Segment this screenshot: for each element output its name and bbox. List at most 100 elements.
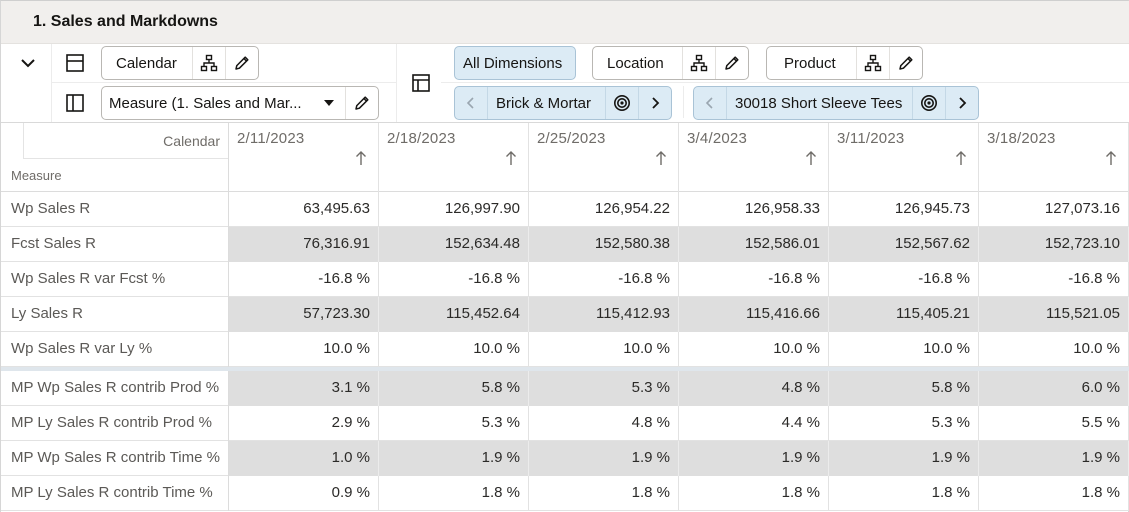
product-next-button[interactable] (945, 87, 978, 119)
table-cell[interactable]: 1.8 % (529, 476, 679, 511)
row-label[interactable]: MP Wp Sales R contrib Prod % (1, 371, 229, 406)
table-cell[interactable]: 4.8 % (679, 371, 829, 406)
table-cell[interactable]: 152,567.62 (829, 227, 979, 262)
row-label[interactable]: Wp Sales R var Ly % (1, 332, 229, 367)
sort-ascending-icon[interactable] (804, 150, 818, 166)
row-label[interactable]: Fcst Sales R (1, 227, 229, 262)
location-hierarchy-button[interactable] (682, 47, 715, 79)
row-label[interactable]: MP Wp Sales R contrib Time % (1, 441, 229, 476)
table-cell[interactable]: 1.9 % (829, 441, 979, 476)
table-cell[interactable]: -16.8 % (229, 262, 379, 297)
table-cell[interactable]: 1.8 % (979, 476, 1129, 511)
calendar-edit-button[interactable] (225, 47, 258, 79)
table-cell[interactable]: 126,954.22 (529, 192, 679, 227)
row-label[interactable]: MP Ly Sales R contrib Time % (1, 476, 229, 511)
table-cell[interactable]: 115,412.93 (529, 297, 679, 332)
collapse-toggle[interactable] (15, 52, 41, 74)
table-cell[interactable]: 152,634.48 (379, 227, 529, 262)
pivot-button[interactable] (410, 72, 432, 94)
table-cell[interactable]: 5.3 % (529, 371, 679, 406)
location-prev-button[interactable] (455, 87, 488, 119)
column-header[interactable]: 2/18/2023 (379, 123, 529, 193)
table-cell[interactable]: 10.0 % (829, 332, 979, 367)
table-cell[interactable]: 115,416.66 (679, 297, 829, 332)
table-cell[interactable]: 5.3 % (379, 406, 529, 441)
table-cell[interactable]: 0.9 % (229, 476, 379, 511)
table-cell[interactable]: 10.0 % (529, 332, 679, 367)
table-cell[interactable]: -16.8 % (679, 262, 829, 297)
column-header[interactable]: 2/25/2023 (529, 123, 679, 193)
table-cell[interactable]: -16.8 % (379, 262, 529, 297)
all-dimensions-button[interactable]: All Dimensions (454, 46, 576, 80)
location-selector-value[interactable]: Brick & Mortar (488, 87, 605, 119)
sort-ascending-icon[interactable] (954, 150, 968, 166)
table-cell[interactable]: 152,723.10 (979, 227, 1129, 262)
row-label[interactable]: MP Ly Sales R contrib Prod % (1, 406, 229, 441)
column-header[interactable]: 2/11/2023 (229, 123, 379, 193)
columns-layout-button[interactable] (64, 92, 86, 114)
row-label[interactable]: Ly Sales R (1, 297, 229, 332)
table-cell[interactable]: 115,405.21 (829, 297, 979, 332)
table-cell[interactable]: 76,316.91 (229, 227, 379, 262)
table-cell[interactable]: 5.8 % (379, 371, 529, 406)
sort-ascending-icon[interactable] (354, 150, 368, 166)
location-dimension-label[interactable]: Location (593, 47, 682, 79)
table-cell[interactable]: 63,495.63 (229, 192, 379, 227)
table-cell[interactable]: -16.8 % (979, 262, 1129, 297)
table-cell[interactable]: 115,521.05 (979, 297, 1129, 332)
table-cell[interactable]: 5.5 % (979, 406, 1129, 441)
table-cell[interactable]: 1.9 % (529, 441, 679, 476)
table-cell[interactable]: 1.0 % (229, 441, 379, 476)
table-cell[interactable]: 1.8 % (379, 476, 529, 511)
product-dimension-label[interactable]: Product (767, 47, 856, 79)
table-cell[interactable]: 152,580.38 (529, 227, 679, 262)
table-cell[interactable]: 1.9 % (379, 441, 529, 476)
column-header[interactable]: 3/4/2023 (679, 123, 829, 193)
sort-ascending-icon[interactable] (504, 150, 518, 166)
table-cell[interactable]: 10.0 % (229, 332, 379, 367)
table-cell[interactable]: 10.0 % (979, 332, 1129, 367)
table-cell[interactable]: 6.0 % (979, 371, 1129, 406)
table-cell[interactable]: 10.0 % (379, 332, 529, 367)
measure-dropdown-button[interactable] (313, 87, 345, 119)
table-cell[interactable]: 126,958.33 (679, 192, 829, 227)
table-cell[interactable]: -16.8 % (529, 262, 679, 297)
product-hierarchy-button[interactable] (856, 47, 889, 79)
table-cell[interactable]: 57,723.30 (229, 297, 379, 332)
table-cell[interactable]: 115,452.64 (379, 297, 529, 332)
table-cell[interactable]: 5.8 % (829, 371, 979, 406)
table-cell[interactable]: 5.3 % (829, 406, 979, 441)
sort-ascending-icon[interactable] (654, 150, 668, 166)
table-cell[interactable]: 127,073.16 (979, 192, 1129, 227)
location-edit-button[interactable] (715, 47, 748, 79)
measure-edit-button[interactable] (345, 87, 378, 119)
location-next-button[interactable] (638, 87, 671, 119)
sort-ascending-icon[interactable] (1104, 150, 1118, 166)
table-cell[interactable]: 126,997.90 (379, 192, 529, 227)
table-cell[interactable]: -16.8 % (829, 262, 979, 297)
rows-layout-button[interactable] (64, 52, 86, 74)
calendar-dimension-label[interactable]: Calendar (102, 47, 192, 79)
table-cell[interactable]: 126,945.73 (829, 192, 979, 227)
calendar-hierarchy-button[interactable] (192, 47, 225, 79)
table-cell[interactable]: 10.0 % (679, 332, 829, 367)
product-prev-button[interactable] (694, 87, 727, 119)
row-label[interactable]: Wp Sales R (1, 192, 229, 227)
product-focus-button[interactable] (912, 87, 945, 119)
measure-select[interactable]: Measure (1. Sales and Mar... (102, 87, 313, 119)
row-label[interactable]: Wp Sales R var Fcst % (1, 262, 229, 297)
column-header[interactable]: 3/11/2023 (829, 123, 979, 193)
table-cell[interactable]: 1.9 % (979, 441, 1129, 476)
column-header[interactable]: 3/18/2023 (979, 123, 1129, 193)
table-cell[interactable]: 1.9 % (679, 441, 829, 476)
table-cell[interactable]: 3.1 % (229, 371, 379, 406)
table-cell[interactable]: 152,586.01 (679, 227, 829, 262)
product-selector-value[interactable]: 30018 Short Sleeve Tees (727, 87, 912, 119)
table-cell[interactable]: 1.8 % (829, 476, 979, 511)
table-cell[interactable]: 1.8 % (679, 476, 829, 511)
table-cell[interactable]: 2.9 % (229, 406, 379, 441)
location-focus-button[interactable] (605, 87, 638, 119)
table-cell[interactable]: 4.8 % (529, 406, 679, 441)
product-edit-button[interactable] (889, 47, 922, 79)
table-cell[interactable]: 4.4 % (679, 406, 829, 441)
